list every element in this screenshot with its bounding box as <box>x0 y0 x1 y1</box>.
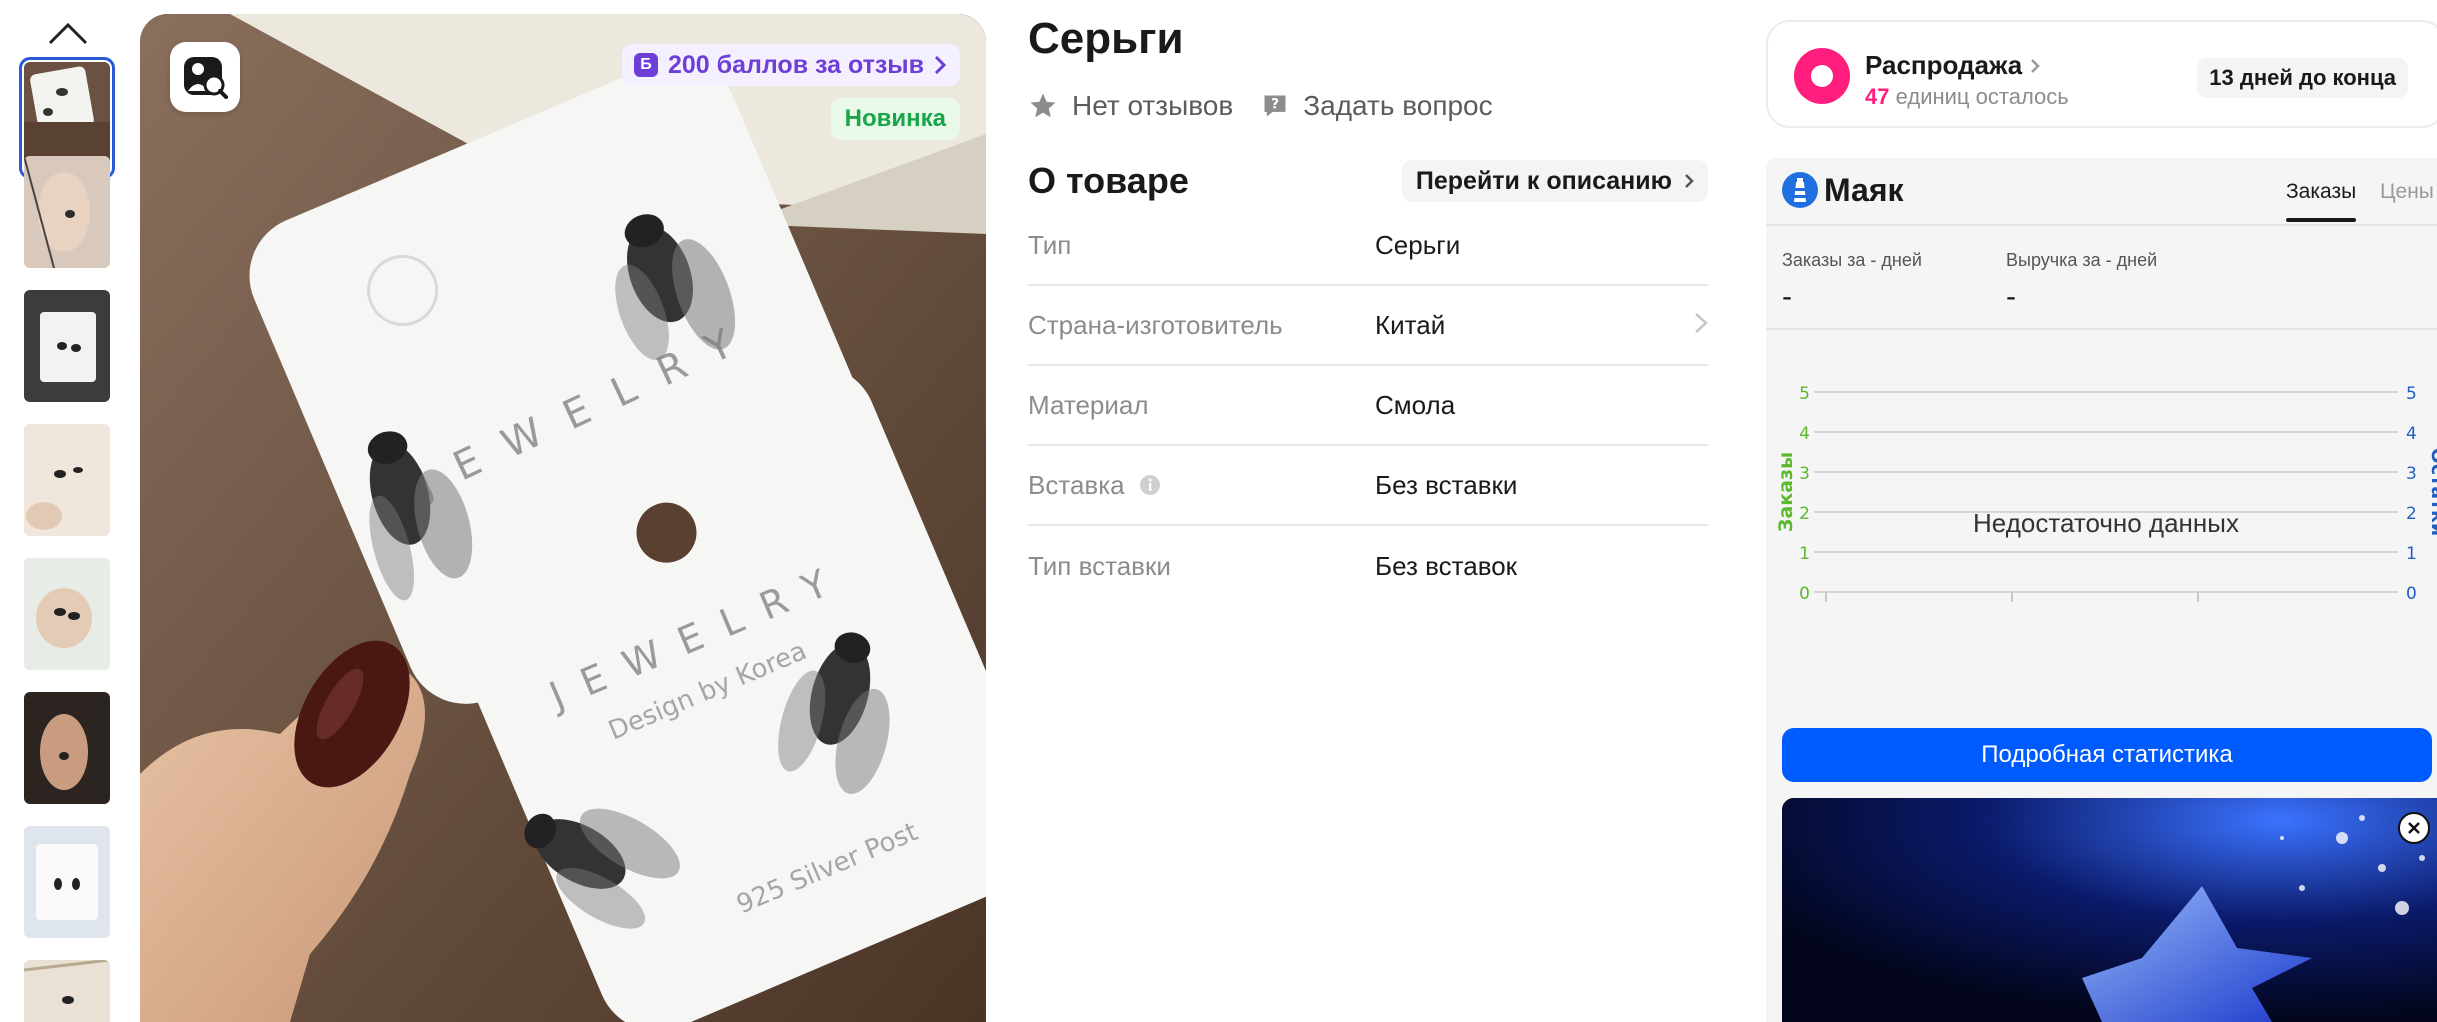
product-title: Серьги <box>1028 14 1184 63</box>
svg-text:?: ? <box>1271 96 1279 112</box>
spec-label: Тип <box>1028 229 1072 260</box>
spec-row-type: Тип Серьги <box>1028 206 1708 286</box>
mayak-widget: Маяк Заказы Цены Заказы за - дней - Выру… <box>1766 158 2437 1022</box>
thumbnail-2[interactable] <box>24 156 110 268</box>
chevron-right-icon <box>2031 58 2040 73</box>
spec-row-insert-type: Тип вставки Без вставок <box>1028 526 1708 606</box>
stats-divider <box>1766 328 2437 330</box>
ask-question-link[interactable]: ? Задать вопрос <box>1261 90 1493 122</box>
ask-question-label: Задать вопрос <box>1303 90 1493 121</box>
y-right-tick-label: 5 <box>2406 384 2417 404</box>
thumbnail-5[interactable] <box>24 558 110 670</box>
sale-title: Распродажа <box>1865 50 2040 81</box>
spec-value: Китай <box>1375 309 1446 340</box>
promo-banner[interactable] <box>1782 798 2437 1022</box>
sale-days-left: 13 дней до конца <box>2197 58 2408 98</box>
spec-label-text: Вставка <box>1028 469 1125 500</box>
review-bonus-text: 200 баллов за отзыв <box>667 50 924 79</box>
about-title: О товаре <box>1028 160 1189 201</box>
about-header: О товаре Перейти к описанию <box>1028 156 1708 206</box>
chevron-right-icon <box>1684 309 1708 341</box>
y-right-tick-label: 3 <box>2406 464 2417 484</box>
tab-orders[interactable]: Заказы <box>2286 180 2357 222</box>
spec-row-country[interactable]: Страна-изготовитель Китай <box>1028 286 1708 366</box>
mayak-name: Маяк <box>1824 172 1904 208</box>
promo-banner-illustration <box>1782 798 2437 1022</box>
sale-units-left: 47 единиц осталось <box>1865 84 2069 110</box>
thumbnail-6[interactable] <box>24 692 110 804</box>
star-icon <box>1030 93 1056 118</box>
spec-value: Смола <box>1375 389 1456 420</box>
y-left-tick-label: 1 <box>1799 544 1810 564</box>
y-left-tick-label: 5 <box>1799 384 1810 404</box>
y-left-tick-label: 0 <box>1799 584 1810 604</box>
lighthouse-icon <box>1782 172 1818 208</box>
thumbnail-strip <box>0 0 140 1022</box>
y-right-tick-label: 1 <box>2406 544 2417 564</box>
question-bubble-icon: ? <box>1264 95 1286 117</box>
y-left-tick-label: 4 <box>1799 424 1810 444</box>
revenue-stat-label: Выручка за - дней <box>2006 250 2158 270</box>
thumbnails-scroll-up-button[interactable] <box>44 14 92 52</box>
chevron-right-icon <box>1685 174 1694 188</box>
y-left-tick-label: 3 <box>1799 464 1810 484</box>
no-data-message: Недостаточно данных <box>1973 508 2239 538</box>
spec-row-insert: Вставка Без вставки <box>1028 446 1708 526</box>
info-icon[interactable] <box>1139 474 1161 496</box>
y-right-tick-label: 0 <box>2406 584 2417 604</box>
thumbnail-3[interactable] <box>24 290 110 402</box>
reviews-label: Нет отзывов <box>1072 90 1234 121</box>
sale-units-count: 47 <box>1865 84 1890 109</box>
spec-value: Без вставки <box>1375 469 1518 500</box>
thumbnail-8[interactable] <box>24 960 110 1022</box>
orders-stat-label: Заказы за - дней <box>1782 250 1922 270</box>
chevron-right-icon <box>934 55 946 75</box>
goto-description-label: Перейти к описанию <box>1415 166 1672 195</box>
sale-card[interactable]: Распродажа 47 единиц осталось 13 дней до… <box>1766 20 2437 128</box>
orders-stat-value: - <box>1782 280 1792 313</box>
sale-units-text: единиц осталось <box>1895 84 2069 109</box>
thumbnail-7[interactable] <box>24 826 110 938</box>
thumbnail-4[interactable] <box>24 424 110 536</box>
new-product-badge: Новинка <box>830 98 960 140</box>
close-icon[interactable] <box>2398 812 2430 844</box>
spec-label: Тип вставки <box>1028 550 1171 581</box>
spec-label: Вставка <box>1028 470 1375 501</box>
image-search-icon <box>184 57 228 99</box>
review-bonus-badge[interactable]: Б 200 баллов за отзыв <box>621 44 960 86</box>
spec-label: Страна-изготовитель <box>1028 309 1283 340</box>
y-right-tick-label: 4 <box>2406 424 2417 444</box>
tab-prices[interactable]: Цены <box>2380 180 2434 204</box>
bonus-points-icon: Б <box>633 53 658 77</box>
mayak-header: Маяк Заказы Цены <box>1766 158 2437 226</box>
product-main-photo[interactable]: JEWELRY JEWELRY Design by Korea 925 Silv… <box>140 14 986 1022</box>
sale-ring-icon <box>1794 48 1850 104</box>
reviews-link[interactable]: Нет отзывов <box>1028 90 1233 122</box>
goto-description-button[interactable]: Перейти к описанию <box>1401 160 1708 202</box>
sale-title-text: Распродажа <box>1865 50 2023 80</box>
orders-stock-chart: 0 01 12 23 34 45 5Заказы Остатки <box>1775 384 2437 604</box>
image-search-button[interactable] <box>170 42 240 112</box>
chevron-up-icon <box>48 22 88 45</box>
spec-value: Серьги <box>1375 229 1461 260</box>
spec-value: Без вставок <box>1375 550 1518 581</box>
revenue-stat-value: - <box>2006 280 2016 313</box>
product-photo-illustration: JEWELRY JEWELRY Design by Korea 925 Silv… <box>140 14 986 1022</box>
spec-label: Материал <box>1028 389 1149 420</box>
product-info: Серьги Нет отзывов ? Задать вопрос О тов… <box>1028 0 1708 1022</box>
product-meta: Нет отзывов ? Задать вопрос <box>1028 90 1493 122</box>
spec-row-material: Материал Смола <box>1028 366 1708 446</box>
detailed-stats-button[interactable]: Подробная статистика <box>1782 728 2432 782</box>
